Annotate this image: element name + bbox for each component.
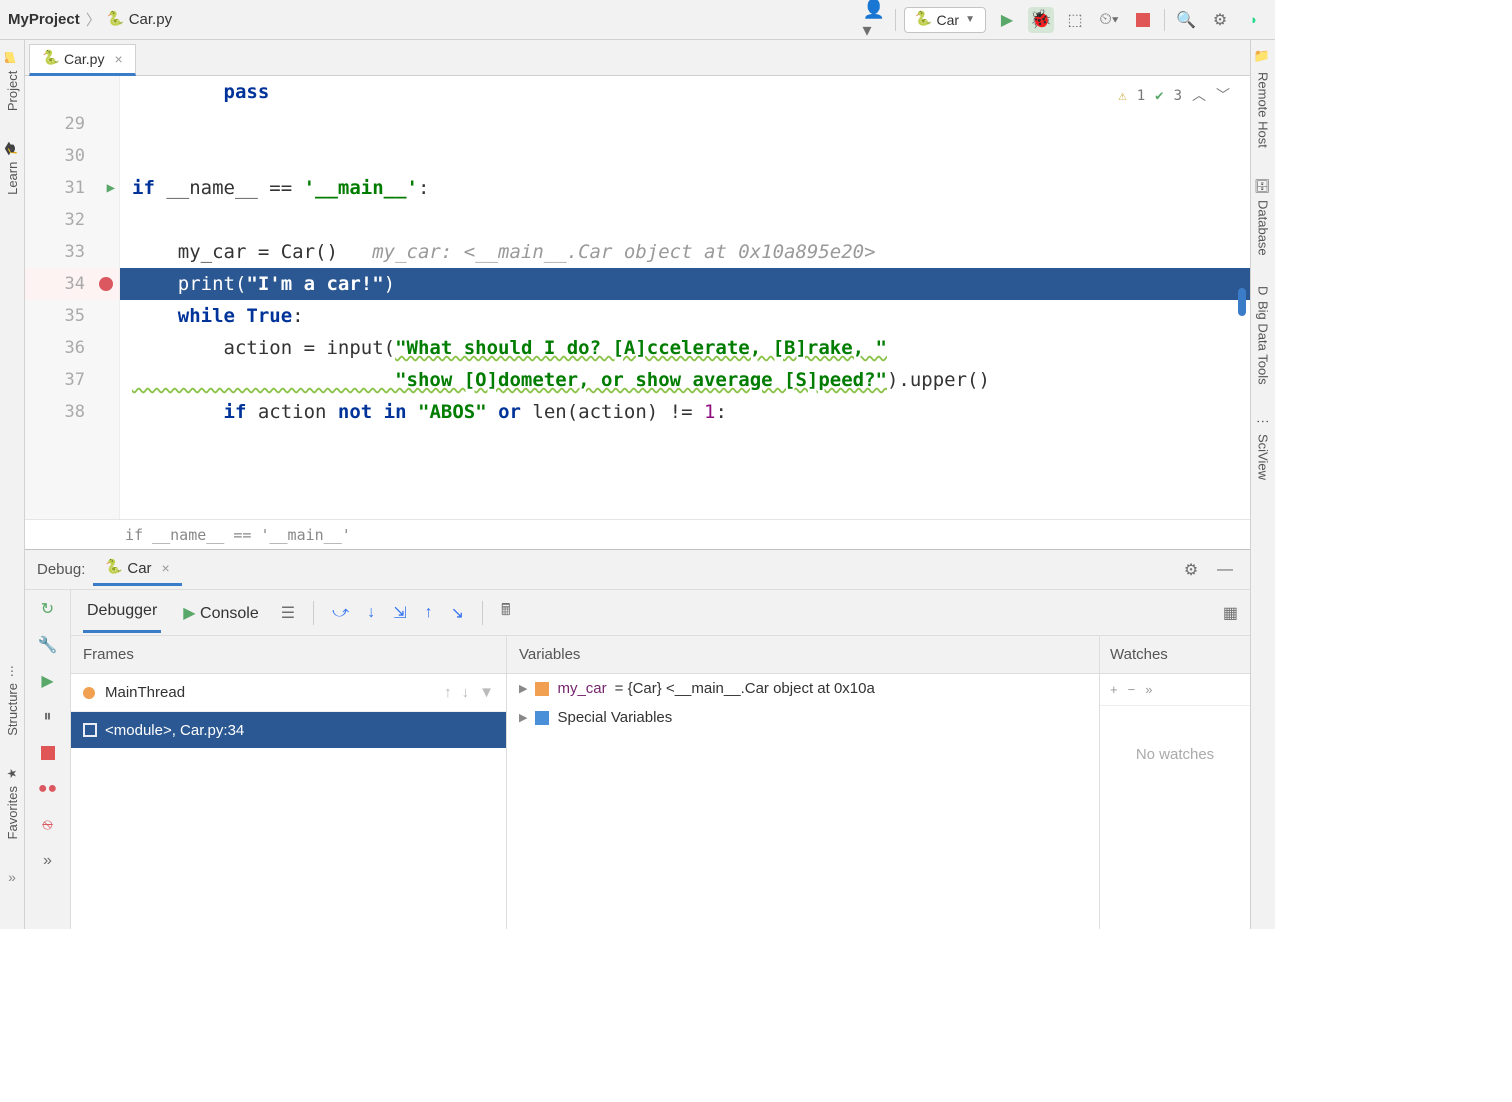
jetbrains-icon[interactable]: ◗ [1241,7,1267,33]
bigdata-tool[interactable]: DBig Data Tools [1256,286,1271,385]
warning-icon: ⚠ [1118,80,1126,112]
variable-row[interactable]: ▶ my_car = {Car} <__main__.Car object at… [507,674,1099,703]
minimize-icon[interactable]: — [1212,557,1238,583]
debug-title: Debug: [37,561,85,578]
breakpoint-icon[interactable] [99,277,113,291]
more-icon[interactable]: » [1145,682,1152,697]
toolbar: MyProject 〉 Car.py 👤▾ Car ▼ ▶ 🐞 ⬚ ⏲▾ 🔍 ⚙… [0,0,1275,40]
frame-dropdown-icon[interactable]: ▼ [479,684,494,701]
thread-status-icon [83,687,95,699]
layout-settings-icon[interactable]: ▦ [1223,603,1238,623]
context-crumb[interactable]: if __name__ == '__main__' [25,519,1250,549]
frames-header: Frames [71,636,506,674]
debug-session-tab[interactable]: Car × [93,554,181,586]
scrollbar-marker[interactable] [1238,288,1246,316]
python-file-icon [42,51,58,67]
debug-button[interactable]: 🐞 [1028,7,1054,33]
view-breakpoints[interactable]: ●● [37,778,59,800]
learn-tool[interactable]: Learn🎓 [5,141,20,195]
frames-pane: Frames MainThread ↑ ↓ ▼ < [71,636,507,929]
python-icon [915,12,931,28]
debug-sidebar: ↻ 🔧 ▶ ⏸ ●● ⦸ » [25,590,71,929]
right-tool-rail: 📁Remote Host 🗄Database DBig Data Tools ⋮… [1250,40,1275,929]
rerun-button[interactable]: ↻ [37,598,59,620]
debug-panel: Debug: Car × ⚙ — ↻ 🔧 ▶ ⏸ ●● ⦸ » [25,549,1250,929]
close-icon[interactable]: × [114,51,122,67]
more-icon[interactable]: » [37,850,59,872]
run-gutter-icon[interactable]: ▶ [107,180,115,196]
profile-button[interactable]: ⏲▾ [1096,7,1122,33]
expand-icon[interactable]: ▶ [519,682,527,695]
expand-icon[interactable]: ▶ [519,711,527,724]
mute-breakpoints[interactable]: ⦸ [37,814,59,836]
run-configuration-selector[interactable]: Car ▼ [904,7,986,33]
step-over-icon[interactable]: ⤻ [332,604,349,622]
code-area[interactable]: ⚠1 ✔3 ︿ ﹀ pass if __name__ == '__main__'… [120,76,1250,519]
editor-tabs: Car.py × [25,40,1250,76]
sciview-tool[interactable]: ⋮SciView [1256,415,1271,480]
remote-host-tool[interactable]: 📁Remote Host [1256,50,1271,148]
breadcrumb-file[interactable]: Car.py [129,11,172,28]
run-button[interactable]: ▶ [994,7,1020,33]
editor-tab-label: Car.py [64,51,104,67]
stop-button[interactable] [37,742,59,764]
coverage-button[interactable]: ⬚ [1062,7,1088,33]
watches-empty: No watches [1100,706,1250,929]
project-tool[interactable]: Project📁 [5,50,20,111]
search-icon[interactable]: 🔍 [1173,7,1199,33]
user-icon[interactable]: 👤▾ [863,8,887,32]
pause-button[interactable]: ⏸ [37,706,59,728]
close-icon[interactable]: × [162,560,170,576]
modify-run-config[interactable]: 🔧 [37,634,59,656]
left-tool-rail: Project📁 Learn🎓 Structure⋮ Favorites★ » [0,40,25,929]
watches-header: Watches [1100,636,1250,674]
next-frame-icon[interactable]: ↓ [462,684,470,701]
more-icon[interactable]: » [8,869,16,879]
prev-frame-icon[interactable]: ↑ [444,684,452,701]
database-tool[interactable]: 🗄Database [1256,178,1271,256]
step-into-icon[interactable]: ↓ [367,604,375,622]
debugger-tab[interactable]: Debugger [83,592,161,633]
variables-pane: Variables ▶ my_car = {Car} <__main__.Car… [507,636,1100,929]
console-tab[interactable]: ▶ Console [179,593,262,633]
inspection-widget[interactable]: ⚠1 ✔3 ︿ ﹀ [1118,80,1230,112]
frame-icon [83,723,97,737]
editor-tab-car[interactable]: Car.py × [29,44,136,76]
evaluate-expression-icon[interactable]: 🖩 [501,599,511,626]
structure-tool[interactable]: Structure⋮ [5,665,20,736]
next-highlight[interactable]: ﹀ [1216,80,1230,112]
current-execution-line: print("I'm a car!") [120,268,1250,300]
special-vars-icon [535,711,549,725]
watches-pane: Watches + − » No watches [1100,636,1250,929]
breadcrumb[interactable]: MyProject 〉 Car.py [8,9,172,30]
debug-settings-icon[interactable]: ⚙ [1178,557,1204,583]
editor[interactable]: 29 30 31▶ 32 33 34 35 36 37 38 ⚠1 ✔3 ︿ ﹀… [25,76,1250,519]
chevron-down-icon: ▼ [965,14,975,25]
settings-icon[interactable]: ⚙ [1207,7,1233,33]
python-file-icon [107,12,123,28]
add-watch-icon[interactable]: + [1110,682,1118,697]
remove-watch-icon[interactable]: − [1128,682,1136,697]
run-to-cursor-icon[interactable]: ↘ [451,603,464,623]
prev-highlight[interactable]: ︿ [1192,80,1206,112]
thread-selector[interactable]: MainThread ↑ ↓ ▼ [71,674,506,712]
gutter[interactable]: 29 30 31▶ 32 33 34 35 36 37 38 [25,76,120,519]
run-config-name: Car [937,12,960,28]
stop-button[interactable] [1130,7,1156,33]
object-icon [535,682,549,696]
step-into-my-code-icon[interactable]: ⇲ [393,603,406,623]
python-icon [105,560,121,576]
check-icon: ✔ [1155,80,1163,112]
chevron-right-icon: 〉 [86,9,101,30]
stack-frame[interactable]: <module>, Car.py:34 [71,712,506,748]
resume-button[interactable]: ▶ [37,670,59,692]
debug-toolbar: Debugger ▶ Console ☰ ⤻ ↓ ⇲ ↑ ↘ 🖩 ▦ [71,590,1250,636]
favorites-tool[interactable]: Favorites★ [5,766,20,839]
variables-header: Variables [507,636,1099,674]
breadcrumb-project[interactable]: MyProject [8,11,80,28]
variable-row[interactable]: ▶ Special Variables [507,703,1099,732]
step-out-icon[interactable]: ↑ [425,604,433,622]
thread-dump-icon[interactable]: ☰ [281,603,295,623]
